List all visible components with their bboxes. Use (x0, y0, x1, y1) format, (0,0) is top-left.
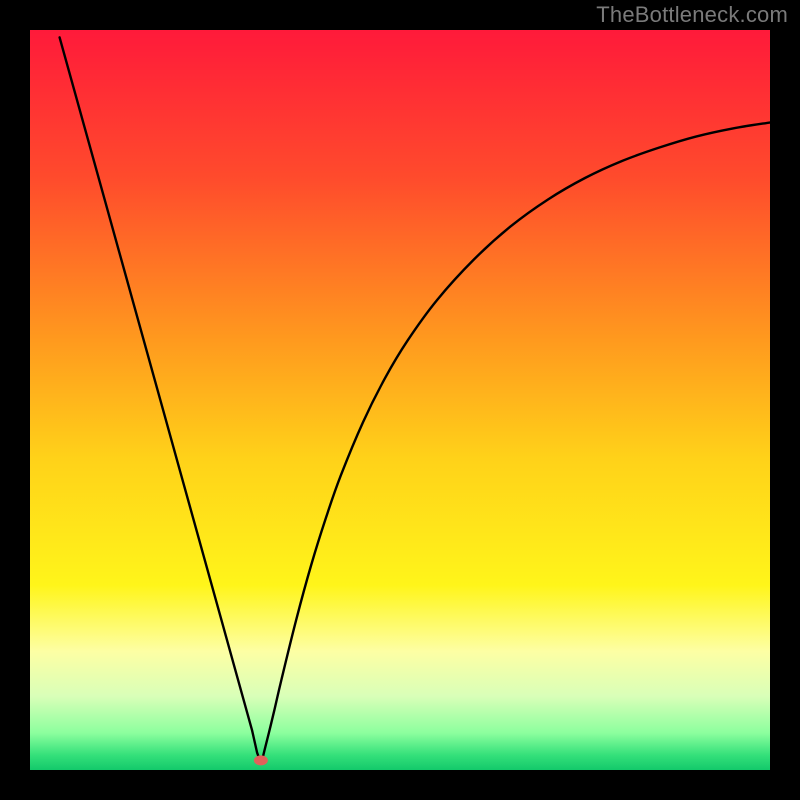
bottleneck-chart (30, 30, 770, 770)
optimum-marker (254, 755, 268, 765)
chart-frame: TheBottleneck.com (0, 0, 800, 800)
attribution-text: TheBottleneck.com (596, 2, 788, 28)
gradient-background (30, 30, 770, 770)
